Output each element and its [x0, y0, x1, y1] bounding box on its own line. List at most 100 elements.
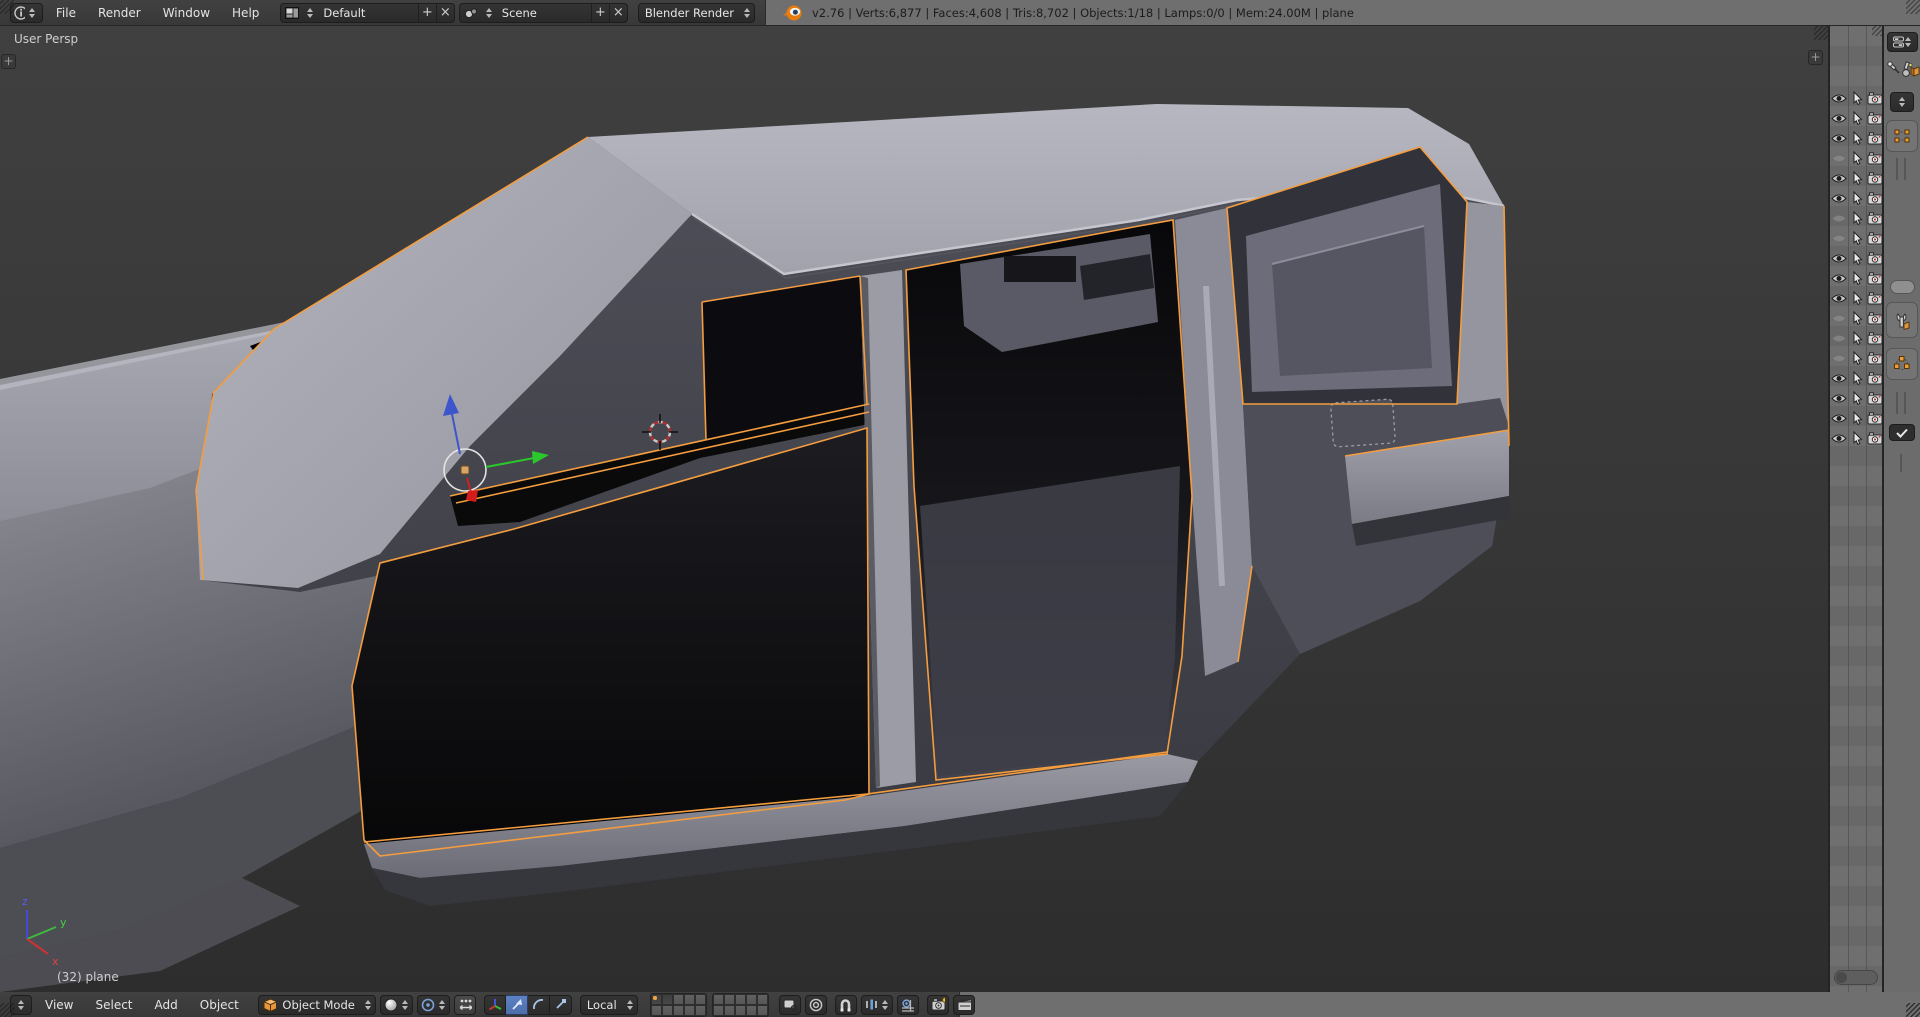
editor-type-selector-properties[interactable] — [1887, 32, 1918, 52]
outliner-row[interactable] — [1830, 288, 1882, 308]
viewport-corner-grip[interactable] — [1814, 26, 1828, 40]
scene-selector[interactable]: Scene + × — [459, 3, 628, 23]
selectability-cursor-icon[interactable] — [1848, 131, 1866, 145]
visibility-eye-open-icon[interactable] — [1830, 293, 1848, 304]
menu-object[interactable]: Object — [191, 998, 248, 1012]
visibility-eye-open-icon[interactable] — [1830, 93, 1848, 104]
proportional-edit-selector[interactable] — [805, 995, 827, 1015]
layer-cell[interactable] — [735, 994, 746, 1005]
layer-cell[interactable] — [746, 1005, 757, 1016]
snap-target-button[interactable] — [897, 995, 919, 1015]
outliner-row[interactable] — [1830, 188, 1882, 208]
visibility-eye-open-icon[interactable] — [1830, 413, 1848, 424]
outliner-row[interactable] — [1830, 308, 1882, 328]
delete-scene-button[interactable]: × — [609, 4, 627, 22]
snap-toggle[interactable] — [835, 995, 857, 1015]
menu-render[interactable]: Render — [89, 6, 150, 20]
menu-add[interactable]: Add — [146, 998, 187, 1012]
3d-viewport[interactable]: z y x User Persp (32) plane + + — [0, 26, 1828, 992]
outliner-corner-grip[interactable] — [1872, 26, 1882, 36]
add-scene-button[interactable]: + — [591, 4, 609, 22]
layer-cell[interactable] — [757, 994, 768, 1005]
translate-manipulator-toggle[interactable] — [506, 995, 528, 1015]
outliner-scrollbar[interactable] — [1834, 970, 1878, 985]
layer-cell[interactable] — [684, 994, 695, 1005]
editor-type-selector-info[interactable] — [10, 3, 43, 23]
layer-cell[interactable] — [662, 994, 673, 1005]
screen-layout-selector[interactable]: Default + × — [280, 3, 454, 23]
layer-cell[interactable] — [713, 994, 724, 1005]
selectability-cursor-icon[interactable] — [1848, 351, 1866, 365]
visibility-eye-open-icon[interactable] — [1830, 253, 1848, 264]
layer-cell[interactable] — [684, 1005, 695, 1016]
outliner-row[interactable] — [1830, 348, 1882, 368]
selectability-cursor-icon[interactable] — [1848, 371, 1866, 385]
lock-to-scene-toggle[interactable] — [779, 995, 801, 1015]
manipulate-centers-toggle[interactable] — [454, 995, 476, 1015]
selectability-cursor-icon[interactable] — [1848, 111, 1866, 125]
outliner-row[interactable] — [1830, 428, 1882, 448]
layer-cell[interactable] — [651, 994, 662, 1005]
layer-cell[interactable] — [673, 1005, 684, 1016]
window-corner-grip-topright[interactable] — [1906, 0, 1920, 14]
outliner-panel[interactable] — [1828, 26, 1882, 1017]
add-screen-button[interactable]: + — [418, 4, 436, 22]
visibility-eye-open-icon[interactable] — [1830, 373, 1848, 384]
visibility-eye-closed-icon[interactable] — [1830, 333, 1848, 344]
layer-cell[interactable] — [695, 1005, 706, 1016]
manipulator-enable-toggle[interactable] — [484, 995, 506, 1015]
window-corner-grip-bottomright[interactable] — [1906, 1003, 1920, 1017]
layer-cell[interactable] — [651, 1005, 662, 1016]
layer-cell[interactable] — [735, 1005, 746, 1016]
visibility-eye-closed-icon[interactable] — [1830, 353, 1848, 364]
viewport-shading-selector[interactable] — [380, 995, 413, 1015]
layer-cell[interactable] — [695, 994, 706, 1005]
visibility-eye-open-icon[interactable] — [1830, 193, 1848, 204]
visibility-eye-open-icon[interactable] — [1830, 133, 1848, 144]
outliner-row[interactable] — [1830, 388, 1882, 408]
pin-icon[interactable] — [1888, 62, 1899, 73]
selectability-cursor-icon[interactable] — [1848, 411, 1866, 425]
visibility-eye-closed-icon[interactable] — [1830, 153, 1848, 164]
layer-cell[interactable] — [673, 994, 684, 1005]
selectability-cursor-icon[interactable] — [1848, 331, 1866, 345]
layer-cell[interactable] — [724, 994, 735, 1005]
visibility-eye-closed-icon[interactable] — [1830, 313, 1848, 324]
menu-select[interactable]: Select — [86, 998, 141, 1012]
selectability-cursor-icon[interactable] — [1848, 211, 1866, 225]
visibility-eye-closed-icon[interactable] — [1830, 213, 1848, 224]
outliner-row[interactable] — [1830, 128, 1882, 148]
outliner-row[interactable] — [1830, 88, 1882, 108]
screen-layout-name[interactable]: Default — [317, 6, 417, 20]
modifier-wrench-icon[interactable] — [1886, 302, 1918, 338]
selectability-cursor-icon[interactable] — [1848, 311, 1866, 325]
delete-screen-button[interactable]: × — [436, 4, 454, 22]
selectability-cursor-icon[interactable] — [1848, 271, 1866, 285]
layer-cell[interactable] — [757, 1005, 768, 1016]
outliner-row[interactable] — [1830, 148, 1882, 168]
selectability-cursor-icon[interactable] — [1848, 251, 1866, 265]
layer-cell[interactable] — [713, 1005, 724, 1016]
visibility-eye-open-icon[interactable] — [1830, 393, 1848, 404]
opengl-render-still-button[interactable] — [927, 995, 949, 1015]
checkbox-icon[interactable] — [1889, 424, 1915, 441]
transform-orientation-selector[interactable]: Local — [580, 995, 638, 1015]
data-tab-icon[interactable] — [1886, 120, 1918, 152]
outliner-row[interactable] — [1830, 328, 1882, 348]
screen-layout-browse-arrows[interactable] — [303, 8, 317, 18]
open-toolshelf-button[interactable]: + — [1, 54, 16, 69]
menu-window[interactable]: Window — [154, 6, 219, 20]
selectability-cursor-icon[interactable] — [1848, 391, 1866, 405]
selectability-cursor-icon[interactable] — [1848, 91, 1866, 105]
scene-name[interactable]: Scene — [496, 6, 591, 20]
properties-panel[interactable] — [1882, 26, 1920, 1017]
visibility-eye-open-icon[interactable] — [1830, 113, 1848, 124]
visibility-eye-open-icon[interactable] — [1830, 273, 1848, 284]
selectability-cursor-icon[interactable] — [1848, 171, 1866, 185]
menu-file[interactable]: File — [47, 6, 85, 20]
outliner-row[interactable] — [1830, 108, 1882, 128]
visibility-eye-closed-icon[interactable] — [1830, 233, 1848, 244]
properties-context-icons[interactable] — [1886, 60, 1920, 84]
properties-context-dropdown[interactable] — [1890, 92, 1914, 112]
window-corner-grip-topleft[interactable] — [0, 0, 14, 14]
